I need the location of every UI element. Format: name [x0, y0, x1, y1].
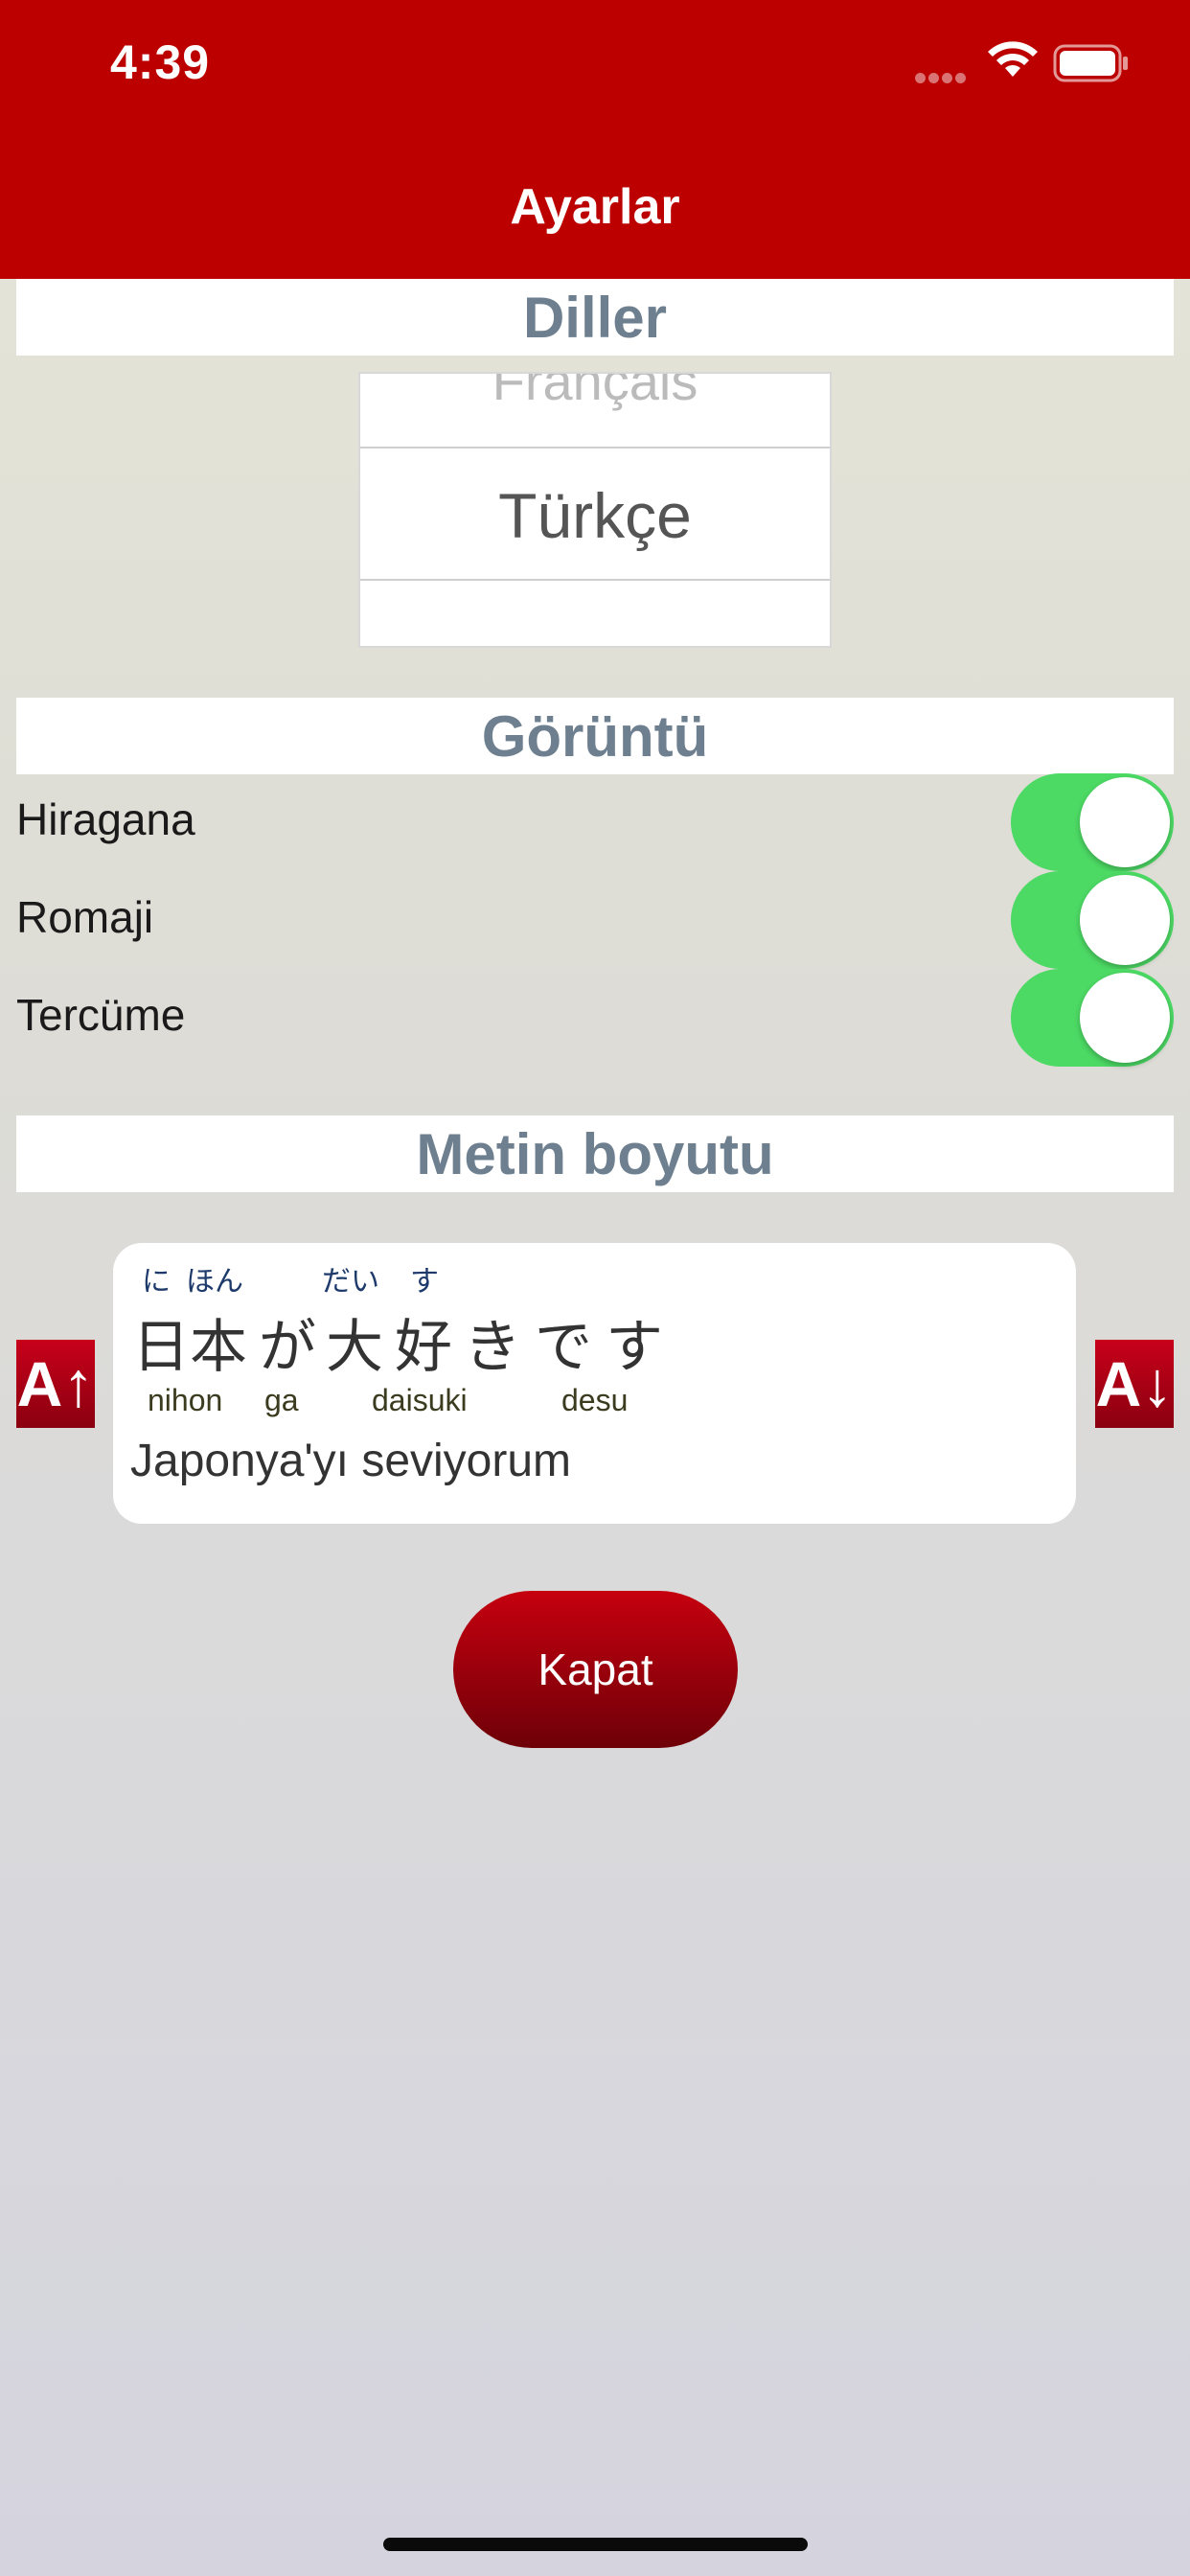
- toggle-knob: [1080, 875, 1170, 965]
- sample-translation: Japonya'yı seviyorum: [130, 1436, 572, 1486]
- furigana-ni: に: [142, 1266, 171, 1298]
- decrease-text-size-button[interactable]: A↓: [1095, 1340, 1174, 1428]
- status-time: 4:39: [110, 35, 211, 89]
- romaji-word: desu: [561, 1383, 629, 1417]
- battery-icon: [1053, 44, 1130, 87]
- option-label-hiragana: Hiragana: [16, 794, 195, 844]
- kanji-char: 大: [326, 1315, 383, 1379]
- furigana-su: す: [410, 1266, 439, 1298]
- romaji-word: nihon: [148, 1383, 223, 1417]
- increase-text-size-button[interactable]: A↑: [16, 1340, 95, 1428]
- romaji-word: daisuki: [372, 1383, 468, 1417]
- furigana-dai: だい: [322, 1266, 379, 1298]
- option-label-translation: Tercüme: [16, 990, 186, 1040]
- toggle-knob: [1080, 777, 1170, 867]
- romaji-toggle[interactable]: [1011, 871, 1174, 969]
- cellular-signal-icon: [915, 71, 969, 88]
- hiragana-toggle[interactable]: [1011, 773, 1174, 871]
- kanji-char: が: [259, 1315, 316, 1379]
- kanji-char: 本: [190, 1315, 247, 1379]
- navigation-bar: 4:39 Ayarlar: [0, 0, 1190, 279]
- romaji-word: ga: [264, 1383, 299, 1417]
- close-button[interactable]: Kapat: [453, 1591, 738, 1748]
- kanji-char: 好: [395, 1315, 452, 1379]
- section-header-text-size: Metin boyutu: [16, 1116, 1174, 1192]
- page-title: Ayarlar: [510, 179, 680, 235]
- kanji-char: き: [464, 1315, 521, 1379]
- furigana-hon: ほん: [186, 1266, 243, 1298]
- home-indicator: [383, 2538, 808, 2551]
- kanji-char: 日: [132, 1315, 190, 1379]
- kanji-char: で: [535, 1315, 592, 1379]
- section-header-display: Görüntü: [16, 698, 1174, 774]
- language-picker[interactable]: Français Türkçe: [358, 372, 832, 648]
- sample-text-card: に ほん だい す 日 本 が 大 好 き で す nihon ga daisu…: [113, 1243, 1076, 1524]
- wifi-icon: [985, 40, 1041, 83]
- section-header-languages: Diller: [16, 279, 1174, 356]
- option-label-romaji: Romaji: [16, 892, 154, 942]
- kanji-char: す: [606, 1315, 663, 1379]
- toggle-knob: [1080, 973, 1170, 1063]
- picker-option-selected[interactable]: Türkçe: [360, 447, 830, 581]
- translation-toggle[interactable]: [1011, 969, 1174, 1067]
- picker-option-prev[interactable]: Français: [360, 374, 830, 418]
